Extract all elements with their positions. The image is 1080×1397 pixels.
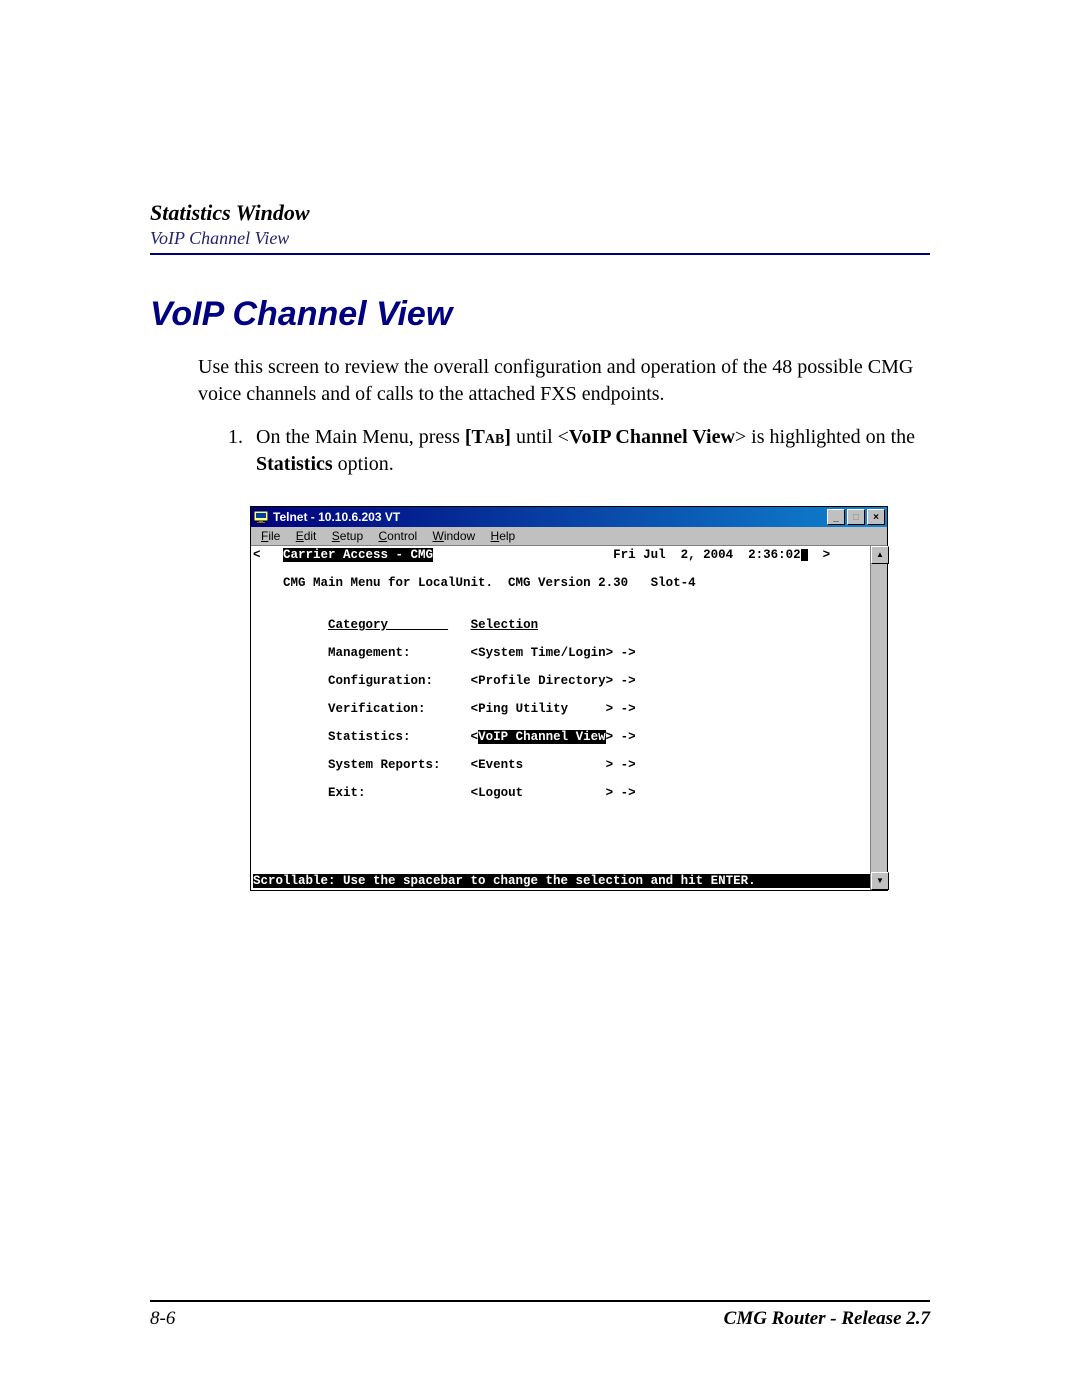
instruction-post2: option. [333, 453, 394, 475]
instruction-post1: > is highlighted on the [735, 426, 915, 448]
minimize-button[interactable]: _ [827, 509, 845, 525]
telnet-screenshot: Telnet - 10.10.6.203 VT _ □ × File Edit … [250, 506, 890, 891]
menu-help[interactable]: Help [485, 529, 522, 543]
terminal[interactable]: < Carrier Access - CMG Fri Jul 2, 2004 2… [251, 546, 887, 890]
document-title: CMG Router - Release 2.7 [724, 1308, 930, 1330]
instruction-text: On the Main Menu, press [Tab] until <VoI… [256, 424, 920, 478]
cursor [801, 549, 808, 561]
header-section-title: Statistics Window [150, 200, 930, 226]
instruction-number: 1. [228, 424, 256, 478]
instruction-stats: Statistics [256, 453, 333, 475]
instruction-pre: On the Main Menu, press [256, 426, 465, 448]
intro-paragraph: Use this screen to review the overall co… [198, 354, 930, 408]
maximize-button[interactable]: □ [847, 509, 865, 525]
page-number: 8-6 [150, 1308, 175, 1330]
instruction-item-1: 1. On the Main Menu, press [Tab] until <… [228, 424, 920, 478]
term-row-system-reports: System Reports: <Events > -> [253, 758, 870, 772]
term-row-exit: Exit: <Logout > -> [253, 786, 870, 800]
telnet-icon [253, 509, 269, 525]
term-footer-hint: Scrollable: Use the spacebar to change t… [253, 874, 870, 888]
menu-control[interactable]: Control [372, 529, 423, 543]
term-top-row: < Carrier Access - CMG Fri Jul 2, 2004 2… [253, 548, 870, 562]
term-row-configuration: Configuration: <Profile Directory> -> [253, 674, 870, 688]
header-subtitle: VoIP Channel View [150, 228, 930, 249]
instruction-key: [Tab] [465, 426, 511, 448]
scroll-up-button[interactable]: ▲ [871, 546, 889, 564]
main-heading: VoIP Channel View [150, 295, 930, 334]
menu-window[interactable]: Window [427, 529, 482, 543]
term-row-statistics: Statistics: <VoIP Channel View> -> [253, 730, 870, 744]
scrollbar[interactable]: ▲ ▼ [870, 546, 887, 890]
term-col-headers: Category Selection [253, 618, 870, 632]
instruction-mid: until < [511, 426, 569, 448]
menu-setup[interactable]: Setup [326, 529, 369, 543]
term-row-management: Management: <System Time/Login> -> [253, 646, 870, 660]
menu-file[interactable]: File [255, 529, 286, 543]
menubar: File Edit Setup Control Window Help [251, 527, 887, 546]
close-button[interactable]: × [867, 509, 885, 525]
term-subheader: CMG Main Menu for LocalUnit. CMG Version… [253, 576, 870, 590]
menu-edit[interactable]: Edit [290, 529, 323, 543]
term-row-verification: Verification: <Ping Utility > -> [253, 702, 870, 716]
footer-rule [150, 1300, 930, 1302]
window-title: Telnet - 10.10.6.203 VT [273, 510, 827, 524]
scroll-down-button[interactable]: ▼ [871, 872, 889, 890]
instruction-highlight: VoIP Channel View [569, 426, 735, 448]
titlebar[interactable]: Telnet - 10.10.6.203 VT _ □ × [251, 507, 887, 527]
header-rule [150, 253, 930, 255]
